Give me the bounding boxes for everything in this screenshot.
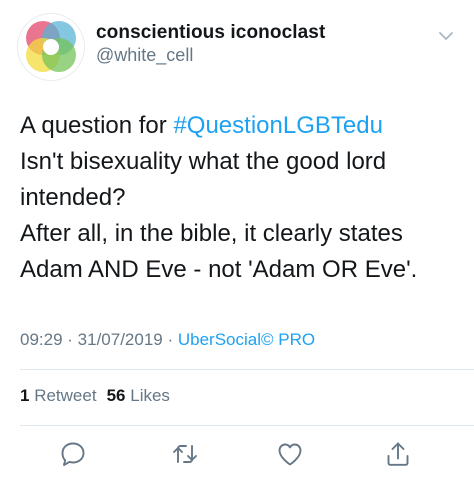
tweet-line-4: After all, in the bible, it clearly stat…	[20, 220, 403, 247]
tweet-line-5: Adam AND Eve - not 'Adam OR Eve'.	[20, 256, 418, 283]
tweet-header: conscientious iconoclast @white_cell	[0, 0, 474, 90]
hashtag-link[interactable]: #QuestionLGBTedu	[173, 112, 382, 139]
retweet-stat[interactable]: 1 Retweet	[20, 386, 97, 405]
tweet-line-1: A question for #QuestionLGBTedu	[20, 108, 460, 144]
retweet-label: Retweet	[34, 386, 97, 405]
meta-separator: ·	[162, 330, 178, 349]
likes-stat[interactable]: 56 Likes	[107, 386, 170, 405]
share-icon[interactable]	[384, 440, 412, 468]
avatar[interactable]	[18, 14, 84, 80]
tweet-text-prefix: A question for	[20, 112, 174, 139]
tweet-source-link[interactable]: UberSocial© PRO	[178, 330, 315, 349]
meta-separator: ·	[62, 330, 78, 349]
divider	[20, 425, 474, 426]
tweet-date: 31/07/2019	[77, 330, 163, 349]
tweet-meta: 09:29 · 31/07/2019 · UberSocial© PRO	[20, 330, 315, 350]
likes-label: Likes	[130, 386, 170, 405]
retweet-count: 1	[20, 386, 30, 405]
tweet-line-3: intended?	[20, 184, 126, 211]
chevron-down-icon[interactable]	[437, 27, 455, 45]
tweet-line-2: Isn't bisexuality what the good lord	[20, 148, 387, 175]
tweet-text: A question for #QuestionLGBTedu Isn't bi…	[20, 108, 460, 288]
tweet-time: 09:29	[20, 330, 63, 349]
reply-icon[interactable]	[59, 440, 87, 468]
likes-count: 56	[106, 386, 126, 405]
divider	[20, 369, 474, 370]
retweet-icon[interactable]	[171, 440, 199, 468]
tweet-stats: 1 Retweet 56 Likes	[20, 386, 170, 406]
display-name[interactable]: conscientious iconoclast	[96, 22, 325, 44]
venn-diagram-avatar-image	[26, 21, 76, 72]
heart-icon[interactable]	[276, 440, 304, 468]
user-handle[interactable]: @white_cell	[96, 45, 193, 66]
